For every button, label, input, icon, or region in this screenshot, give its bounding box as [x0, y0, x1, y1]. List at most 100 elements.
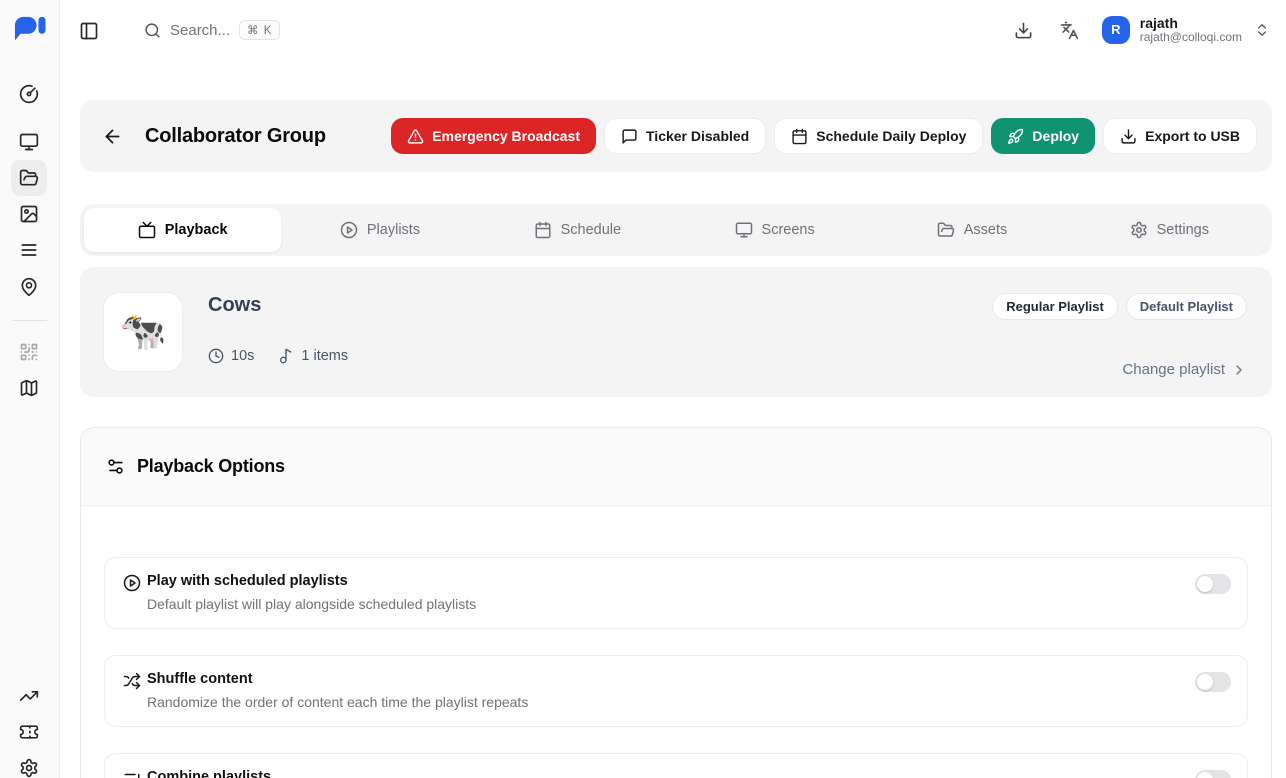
sidebar-item-dashboard[interactable] — [11, 76, 47, 112]
topbar: Search... ⌘ K R rajath rajath@colloqi.co… — [60, 0, 1286, 60]
app-logo-icon[interactable] — [11, 14, 49, 46]
toggle-knob — [1197, 576, 1213, 592]
play-circle-icon — [123, 574, 141, 592]
search-icon — [144, 22, 161, 39]
tab-playback[interactable]: Playback — [84, 208, 281, 252]
tab-bar: Playback Playlists Schedule Screens Asse… — [80, 204, 1272, 256]
deploy-button[interactable]: Deploy — [991, 118, 1095, 154]
back-button[interactable] — [94, 118, 130, 154]
monitor-icon — [19, 132, 39, 152]
ticker-disabled-button[interactable]: Ticker Disabled — [604, 118, 766, 154]
playlist-badges: Regular Playlist Default Playlist — [992, 293, 1247, 320]
tab-assets[interactable]: Assets — [873, 208, 1070, 252]
clock-icon — [208, 348, 224, 364]
button-label: Schedule Daily Deploy — [816, 128, 966, 144]
toggle-play-with-scheduled[interactable] — [1195, 574, 1231, 594]
cow-emoji: 🐄 — [119, 310, 166, 354]
button-label: Export to USB — [1145, 128, 1240, 144]
rocket-icon — [1007, 128, 1024, 145]
sidebar-item-playlists[interactable] — [11, 232, 47, 268]
download-button[interactable] — [1010, 16, 1038, 44]
message-square-icon — [621, 128, 638, 145]
toggle-knob — [1197, 772, 1213, 778]
music-note-icon — [278, 348, 294, 364]
tab-schedule[interactable]: Schedule — [479, 208, 676, 252]
sliders-icon — [106, 457, 125, 476]
sidebar-toggle-button[interactable] — [76, 18, 102, 44]
option-description: Randomize the order of content each time… — [147, 694, 528, 710]
gauge-icon — [19, 84, 39, 104]
user-meta: rajath rajath@colloqi.com — [1140, 15, 1242, 45]
menu-icon — [19, 240, 39, 260]
sidebar-item-settings[interactable] — [11, 750, 47, 778]
sidebar-item-assets[interactable] — [11, 196, 47, 232]
calendar-icon — [791, 128, 808, 145]
toggle-combine-playlists[interactable] — [1195, 770, 1231, 778]
tab-screens[interactable]: Screens — [676, 208, 873, 252]
download-icon — [1014, 21, 1033, 40]
gear-icon — [19, 758, 39, 778]
list-end-icon — [123, 770, 141, 778]
tab-label: Playback — [165, 222, 228, 238]
search-input[interactable]: Search... ⌘ K — [144, 16, 280, 44]
sidebar-item-locations[interactable] — [11, 269, 47, 305]
default-playlist-badge: Default Playlist — [1126, 293, 1247, 320]
button-label: Ticker Disabled — [646, 128, 749, 144]
change-playlist-link[interactable]: Change playlist — [1122, 361, 1247, 378]
toggle-shuffle-content[interactable] — [1195, 672, 1231, 692]
header-actions: Emergency Broadcast Ticker Disabled Sche… — [391, 118, 1257, 154]
qr-code-icon — [19, 342, 39, 362]
tab-playlists[interactable]: Playlists — [281, 208, 478, 252]
sidebar-item-qr-codes[interactable] — [11, 334, 47, 370]
search-placeholder: Search... — [170, 22, 230, 39]
playback-options-header: Playback Options — [81, 428, 1271, 506]
language-button[interactable] — [1056, 16, 1084, 44]
avatar-initial: R — [1111, 22, 1120, 37]
sidebar-item-groups[interactable] — [11, 160, 47, 196]
tab-label: Schedule — [561, 222, 621, 238]
button-label: Deploy — [1032, 128, 1079, 144]
playlist-duration: 10s — [231, 348, 254, 364]
playlist-thumbnail: 🐄 — [103, 292, 183, 372]
group-header: Collaborator Group Emergency Broadcast T… — [80, 100, 1272, 172]
regular-playlist-badge: Regular Playlist — [992, 293, 1118, 320]
shuffle-icon — [123, 672, 141, 690]
option-row-play-with-scheduled: Play with scheduled playlists Default pl… — [104, 557, 1248, 629]
panel-left-icon — [79, 21, 99, 41]
image-icon — [19, 204, 39, 224]
tab-label: Assets — [964, 222, 1008, 238]
tv-icon — [138, 221, 156, 239]
folder-open-icon — [937, 221, 955, 239]
user-name: rajath — [1140, 15, 1242, 31]
arrow-left-icon — [102, 126, 123, 147]
topbar-right: R rajath rajath@colloqi.com — [1010, 0, 1270, 60]
change-playlist-label: Change playlist — [1122, 361, 1225, 378]
user-menu[interactable]: R rajath rajath@colloqi.com — [1102, 15, 1270, 45]
section-title: Playback Options — [137, 456, 285, 477]
sidebar-divider — [13, 320, 47, 321]
play-circle-icon — [340, 221, 358, 239]
sidebar-item-map[interactable] — [11, 370, 47, 406]
chevron-right-icon — [1231, 362, 1247, 378]
gear-icon — [1130, 221, 1148, 239]
chevrons-up-down-icon — [1254, 22, 1270, 38]
option-row-combine-playlists: Combine playlists — [104, 753, 1248, 778]
playlist-title: Cows — [208, 294, 261, 317]
map-icon — [19, 378, 39, 398]
schedule-daily-deploy-button[interactable]: Schedule Daily Deploy — [774, 118, 983, 154]
option-row-shuffle-content: Shuffle content Randomize the order of c… — [104, 655, 1248, 727]
toggle-knob — [1197, 674, 1213, 690]
tab-label: Playlists — [367, 222, 420, 238]
sidebar — [0, 0, 60, 778]
option-description: Default playlist will play alongside sch… — [147, 596, 476, 612]
emergency-broadcast-button[interactable]: Emergency Broadcast — [391, 118, 596, 154]
export-to-usb-button[interactable]: Export to USB — [1103, 118, 1257, 154]
tab-settings[interactable]: Settings — [1071, 208, 1268, 252]
calendar-icon — [534, 221, 552, 239]
sidebar-item-screens[interactable] — [11, 124, 47, 160]
sidebar-item-tickets[interactable] — [11, 714, 47, 750]
app-screen: Search... ⌘ K R rajath rajath@colloqi.co… — [0, 0, 1286, 778]
sidebar-item-analytics[interactable] — [11, 678, 47, 714]
trending-up-icon — [19, 686, 39, 706]
playlist-items-count: 1 items — [301, 348, 348, 364]
